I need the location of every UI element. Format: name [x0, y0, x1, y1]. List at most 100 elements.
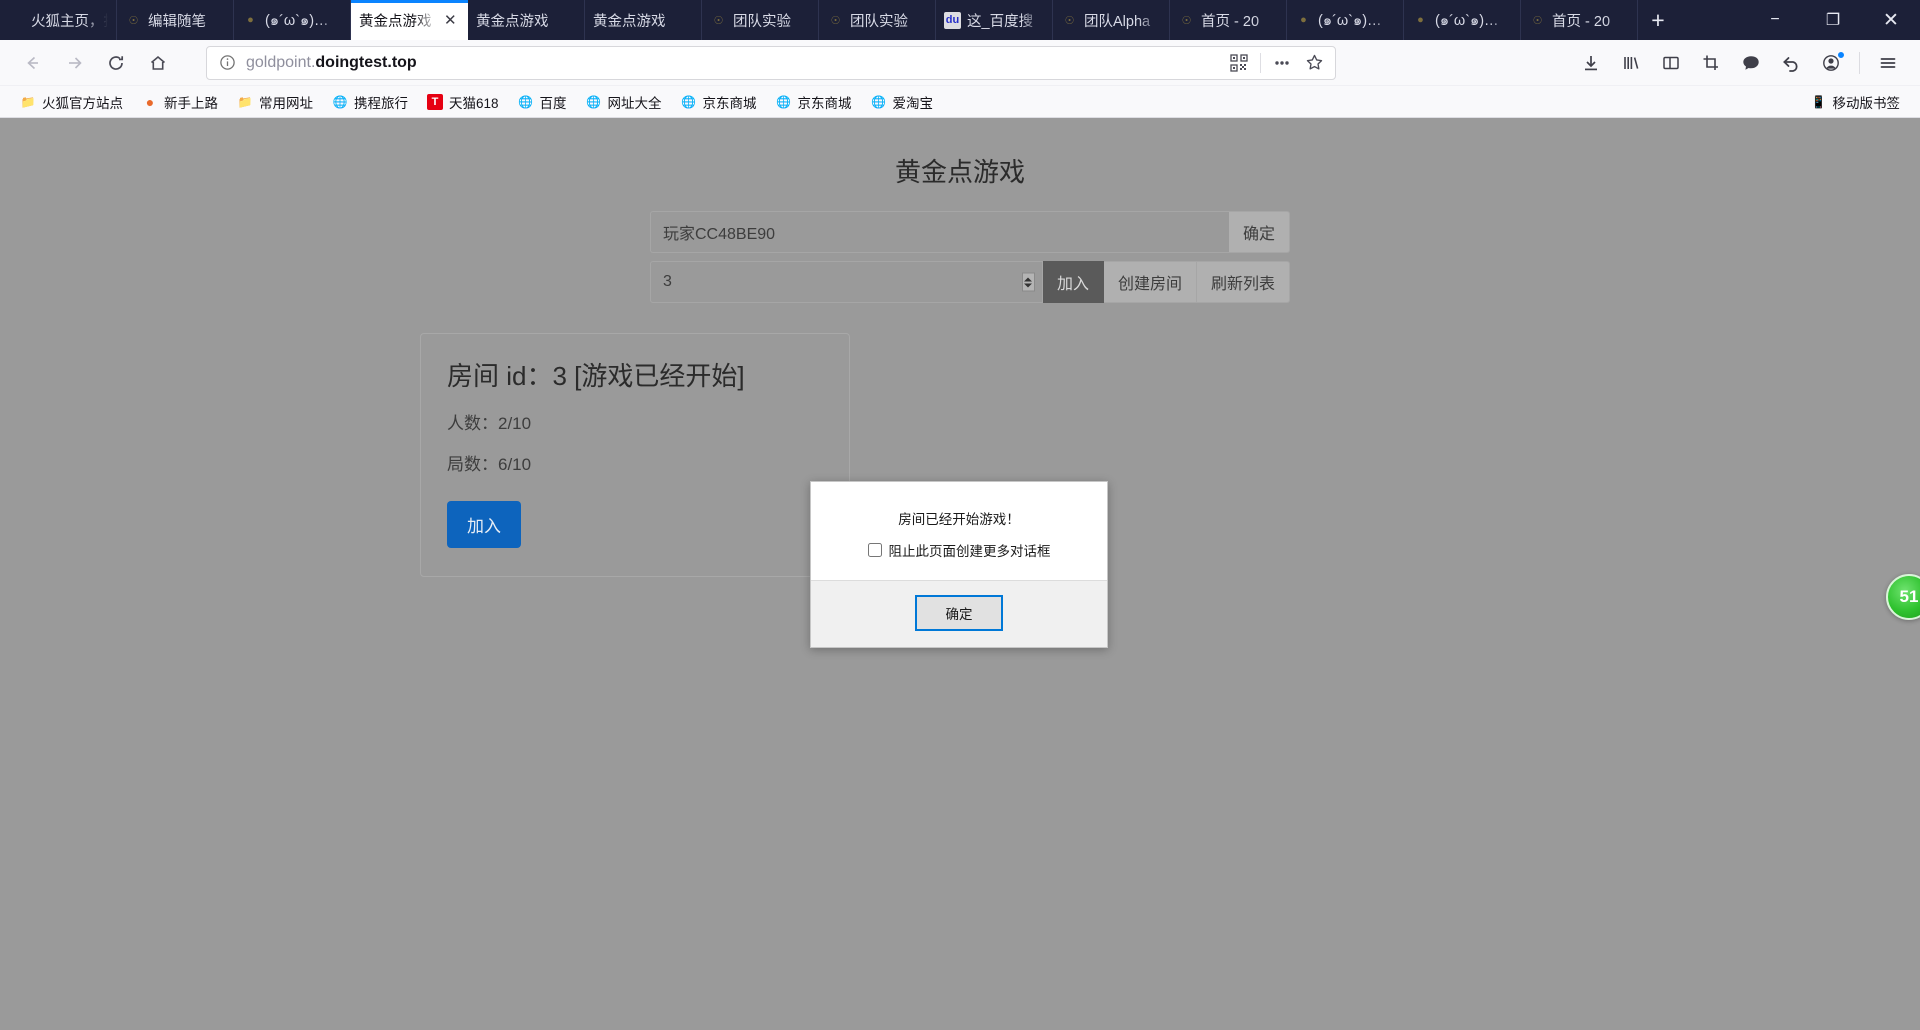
- globe-icon: 🌐: [681, 94, 696, 109]
- browser-tab[interactable]: ● (๑´ω`๑)…: [234, 0, 351, 40]
- close-icon[interactable]: ✕: [444, 13, 460, 28]
- confirm-name-button[interactable]: 确定: [1228, 211, 1290, 253]
- browser-tab[interactable]: ☉ 首页 - 20: [1521, 0, 1638, 40]
- player-name-input[interactable]: [650, 211, 1229, 253]
- tab-title: 首页 - 20: [1552, 13, 1611, 30]
- tab-title: 首页 - 20: [1201, 13, 1260, 30]
- close-window-icon[interactable]: ✕: [1862, 0, 1920, 40]
- page-icon: ☉: [1064, 14, 1075, 27]
- page-viewport: 黄金点游戏 确定 加入 创建房间 刷新列表: [0, 118, 1920, 1030]
- bookmark-label: 京东商城: [702, 95, 757, 111]
- home-icon[interactable]: [138, 46, 178, 80]
- chat-icon[interactable]: [1733, 46, 1769, 80]
- bookmark-item[interactable]: 🌐 网址大全: [578, 89, 670, 115]
- browser-tab[interactable]: 黄金点游戏: [585, 0, 702, 40]
- forward-arrow-icon[interactable]: [54, 46, 94, 80]
- room-id-field: [650, 261, 1043, 303]
- reload-icon[interactable]: [96, 46, 136, 80]
- page-icon: ●: [247, 14, 254, 26]
- globe-icon: 🌐: [871, 94, 886, 109]
- suppress-dialogs-checkbox[interactable]: [867, 543, 882, 557]
- room-id-group: 加入 创建房间 刷新列表: [650, 261, 1290, 303]
- account-notification-badge: [1837, 50, 1845, 59]
- browser-tab[interactable]: ☉ 编辑随笔: [117, 0, 234, 40]
- url-text: goldpoint.doingtest.top: [246, 54, 1214, 72]
- new-tab-button[interactable]: +: [1638, 0, 1678, 40]
- room-player-count: 人数：2/10: [447, 414, 532, 433]
- bookmark-label: 网址大全: [607, 95, 662, 111]
- tab-favicon: [8, 12, 25, 29]
- info-circle-icon[interactable]: [219, 54, 236, 71]
- mobile-bookmarks-label: 移动版书签: [1832, 95, 1901, 111]
- bookmark-label: 天猫618: [449, 95, 499, 111]
- stepper-up-icon[interactable]: [1024, 277, 1033, 281]
- sidebar-icon[interactable]: [1653, 46, 1689, 80]
- maximize-icon[interactable]: ❐: [1804, 0, 1862, 40]
- dialog-footer: 确定: [811, 580, 1107, 647]
- bookmark-star-icon[interactable]: [1299, 49, 1329, 77]
- globe-icon: 🌐: [518, 94, 533, 109]
- browser-tab-active[interactable]: 黄金点游戏 ✕: [351, 0, 468, 40]
- folder-icon: 📁: [20, 94, 36, 109]
- page-icon: ☉: [1532, 14, 1543, 27]
- dialog-body: 房间已经开始游戏！ 阻止此页面创建更多对话框: [811, 482, 1107, 580]
- create-room-button[interactable]: 创建房间: [1103, 261, 1197, 303]
- minimize-icon[interactable]: −: [1746, 0, 1804, 40]
- library-icon[interactable]: [1613, 46, 1649, 80]
- back-arrow-icon[interactable]: [12, 46, 52, 80]
- tab-title: 团队Alpha: [1084, 13, 1151, 30]
- divider: [1859, 51, 1860, 74]
- number-stepper[interactable]: [1021, 272, 1035, 292]
- menu-icon[interactable]: [1870, 46, 1906, 80]
- tab-title: 编辑随笔: [148, 13, 206, 30]
- suppress-dialogs-checkbox-row[interactable]: 阻止此页面创建更多对话框: [829, 540, 1089, 560]
- browser-tab[interactable]: 黄金点游戏: [468, 0, 585, 40]
- bookmark-item[interactable]: 🌐 携程旅行: [324, 89, 416, 115]
- qr-code-icon[interactable]: [1224, 49, 1254, 77]
- bookmark-label: 携程旅行: [354, 95, 408, 111]
- firefox-icon: ●: [145, 93, 155, 110]
- tab-title: 团队实验: [850, 13, 908, 30]
- browser-tab[interactable]: ☉ 首页 - 20: [1170, 0, 1287, 40]
- bookmark-item[interactable]: 🌐 百度: [510, 89, 575, 115]
- join-button[interactable]: 加入: [1042, 261, 1104, 303]
- refresh-list-button[interactable]: 刷新列表: [1196, 261, 1290, 303]
- room-join-button[interactable]: 加入: [447, 501, 521, 548]
- bookmark-item[interactable]: ● 新手上路: [134, 89, 226, 115]
- bookmark-item[interactable]: 🌐 京东商城: [673, 89, 765, 115]
- bookmark-item[interactable]: 📁 常用网址: [229, 89, 321, 115]
- download-icon[interactable]: [1573, 46, 1609, 80]
- browser-tab[interactable]: ☉ 团队实验: [819, 0, 936, 40]
- browser-tab[interactable]: 火狐主页，推: [0, 0, 117, 40]
- page-title: 黄金点游戏: [894, 157, 1025, 187]
- browser-tab[interactable]: ● (๑´ω`๑)…: [1287, 0, 1404, 40]
- room-id-input[interactable]: [650, 261, 1043, 303]
- address-bar[interactable]: goldpoint.doingtest.top: [206, 45, 1336, 80]
- undo-icon[interactable]: [1773, 46, 1809, 80]
- bookmark-item[interactable]: 🌐 爱淘宝: [863, 89, 942, 115]
- browser-tab[interactable]: ● (๑´ω`๑)…: [1404, 0, 1521, 40]
- browser-toolbar-right: [1573, 46, 1908, 80]
- dialog-ok-button[interactable]: 确定: [915, 595, 1003, 631]
- bookmark-item[interactable]: 📁 火狐官方站点: [12, 89, 131, 115]
- join-form: 确定 加入 创建房间 刷新列表: [630, 211, 1290, 303]
- screenshot-icon[interactable]: [1693, 46, 1729, 80]
- bookmark-label: 常用网址: [259, 95, 313, 111]
- page-icon: ☉: [713, 14, 724, 27]
- stepper-down-icon[interactable]: [1024, 283, 1033, 287]
- bookmark-item[interactable]: T 天猫618: [419, 89, 507, 115]
- bookmark-item[interactable]: 🌐 京东商城: [768, 89, 860, 115]
- mobile-bookmarks-item[interactable]: 📱 移动版书签: [1803, 89, 1909, 115]
- page-actions-icon[interactable]: [1267, 49, 1297, 77]
- account-icon[interactable]: [1813, 46, 1849, 80]
- folder-icon: 📁: [237, 94, 253, 109]
- navigation-toolbar: goldpoint.doingtest.top: [0, 40, 1920, 86]
- alert-dialog: 房间已经开始游戏！ 阻止此页面创建更多对话框 确定: [810, 481, 1108, 648]
- globe-icon: 🌐: [776, 94, 791, 109]
- tab-title: 黄金点游戏: [476, 13, 549, 30]
- browser-tab[interactable]: ☉ 团队实验: [702, 0, 819, 40]
- globe-icon: 🌐: [586, 94, 601, 109]
- suppress-dialogs-label: 阻止此页面创建更多对话框: [888, 544, 1051, 559]
- browser-tab[interactable]: du 这_百度搜: [936, 0, 1053, 40]
- browser-tab[interactable]: ☉ 团队Alpha: [1053, 0, 1170, 40]
